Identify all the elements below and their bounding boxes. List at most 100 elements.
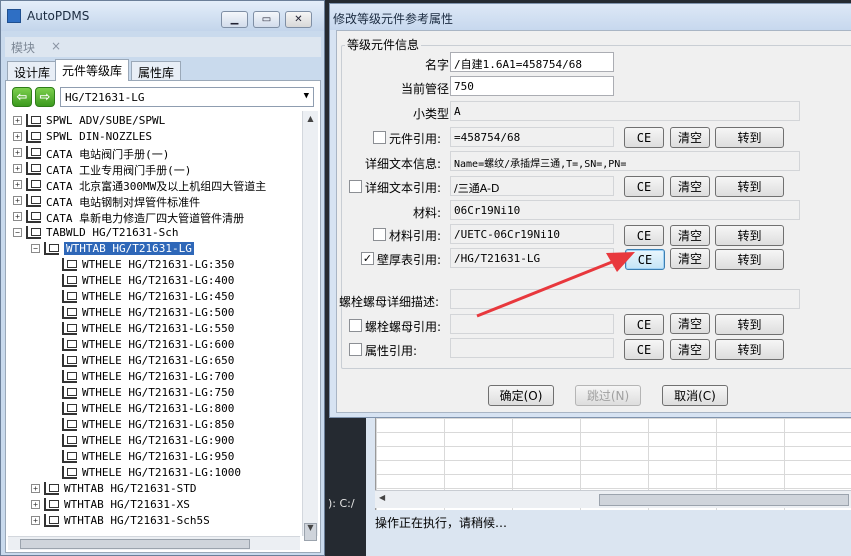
bolt-desc-field [450, 289, 800, 309]
ok-button[interactable]: 确定(O) [488, 385, 554, 406]
pipe-size-field[interactable]: 750 [450, 76, 614, 96]
maximize-button[interactable]: ▭ [253, 11, 280, 28]
wall-ref-checkbox[interactable]: ✓ [361, 252, 374, 265]
tree-item-label: WTHELE HG/T21631-LG:500 [82, 306, 235, 319]
scroll-down-icon[interactable]: ▼ [303, 520, 318, 536]
material-ref-goto-button[interactable]: 转到 [715, 225, 784, 246]
expand-icon[interactable]: + [13, 116, 22, 125]
collapse-icon[interactable]: − [13, 228, 22, 237]
element-ref-field: =458754/68 [450, 127, 614, 147]
tree-item-label: WTHELE HG/T21631-LG:750 [82, 386, 235, 399]
element-ref-ce-button[interactable]: CE [624, 127, 664, 148]
close-button[interactable]: ✕ [285, 11, 312, 28]
element-ref-clear-button[interactable]: 清空 [670, 127, 710, 148]
tab-component-grade-library[interactable]: 元件等级库 [55, 59, 130, 81]
tree-item-label: WTHTAB HG/T21631-XS [64, 498, 190, 511]
tree-item-label: WTHELE HG/T21631-LG:700 [82, 370, 235, 383]
arrow-right-icon: ⇨ [39, 89, 51, 105]
minimize-icon: ▁ [230, 13, 239, 25]
wall-ref-clear-button[interactable]: 清空 [670, 248, 710, 269]
module-label: 模块 [11, 41, 36, 55]
chevron-down-icon[interactable]: ▼ [304, 91, 309, 101]
wall-ref-ce-button[interactable]: CE [625, 249, 665, 270]
scroll-up-icon[interactable]: ▲ [303, 111, 318, 127]
module-close-icon[interactable]: × [51, 39, 61, 53]
component-tree-icon [26, 194, 41, 207]
scroll-thumb[interactable] [20, 539, 250, 549]
bolt-ref-goto-button[interactable]: 转到 [715, 314, 784, 335]
minimize-button[interactable]: ▁ [221, 11, 248, 28]
tree-item-label: WTHELE HG/T21631-LG:650 [82, 354, 235, 367]
component-tree: + SPWL ADV/SUBE/SPWL + SPWL DIN-NOZZLES + CAT… [8, 111, 298, 536]
bolt-ref-clear-button[interactable]: 清空 [670, 313, 710, 334]
modify-grade-component-dialog: 修改等级元件参考属性 等级元件信息 名字: /自建1.6A1=458754/68… [329, 3, 851, 418]
vertical-scrollbar[interactable]: ▲ ▼ [302, 111, 318, 541]
element-ref-checkbox[interactable] [373, 131, 386, 144]
attr-ref-clear-button[interactable]: 清空 [670, 339, 710, 360]
material-ref-label: 材料引用: [389, 229, 442, 243]
group-label: 等级元件信息 [345, 36, 422, 53]
dialog-title-bar[interactable]: 修改等级元件参考属性 [330, 4, 851, 30]
attr-ref-ce-button[interactable]: CE [624, 339, 664, 360]
skip-button[interactable]: 跳过(N) [575, 385, 641, 406]
library-dropdown-value: HG/T21631-LG [65, 91, 145, 104]
horizontal-scrollbar[interactable] [8, 536, 300, 550]
component-tree-icon [62, 274, 77, 287]
expand-icon[interactable]: + [13, 212, 22, 221]
material-ref-ce-button[interactable]: CE [624, 225, 664, 246]
tree-item-label: WTHTAB HG/T21631-STD [64, 482, 197, 495]
close-icon: ✕ [294, 13, 303, 25]
bolt-ref-ce-button[interactable]: CE [624, 314, 664, 335]
pipe-size-label: 当前管径: [400, 82, 453, 96]
title-bar[interactable]: AutoPDMS ▁ ▭ ✕ [1, 1, 324, 31]
detail-ref-clear-button[interactable]: 清空 [670, 176, 710, 197]
tab-design-library[interactable]: 设计库 [7, 61, 58, 80]
attr-ref-goto-button[interactable]: 转到 [715, 339, 784, 360]
expand-icon[interactable]: + [13, 196, 22, 205]
scroll-left-icon[interactable]: ◀ [379, 493, 385, 502]
material-ref-clear-button[interactable]: 清空 [670, 225, 710, 246]
bolt-desc-label: 螺栓螺母详细描述: [339, 295, 440, 309]
component-tree-icon [26, 162, 41, 175]
scroll-thumb[interactable] [599, 494, 849, 506]
tab-attribute-library[interactable]: 属性库 [131, 61, 182, 80]
horizontal-scrollbar[interactable]: ◀ [375, 490, 851, 508]
library-dropdown[interactable]: HG/T21631-LG ▼ [60, 87, 314, 107]
bolt-ref-checkbox[interactable] [349, 319, 362, 332]
expand-icon[interactable]: + [13, 148, 22, 157]
component-tree-icon [44, 514, 59, 527]
tree-item-label: SPWL ADV/SUBE/SPWL [46, 114, 166, 127]
tree-item-label: CATA 电站钢制对焊管件标准件 [46, 196, 201, 209]
expand-icon[interactable]: + [13, 180, 22, 189]
cancel-button[interactable]: 取消(C) [662, 385, 728, 406]
expand-icon[interactable]: + [13, 132, 22, 141]
collapse-icon[interactable]: − [31, 244, 40, 253]
component-tree-icon [62, 450, 77, 463]
detail-ref-checkbox[interactable] [349, 180, 362, 193]
forward-button[interactable]: ⇨ [35, 87, 55, 107]
element-ref-goto-button[interactable]: 转到 [715, 127, 784, 148]
tree-item-label: WTHTAB HG/T21631-Sch5S [64, 514, 210, 527]
component-tree-icon [62, 386, 77, 399]
attr-ref-checkbox[interactable] [349, 343, 362, 356]
component-tree-icon [62, 434, 77, 447]
tree-item-label: CATA 工业专用阀门手册(一) [46, 164, 192, 177]
autopdms-window: AutoPDMS ▁ ▭ ✕ 模块 × 设计库 元件等级库 属性库 ⇦ ⇨ HG… [0, 0, 325, 556]
expand-icon[interactable]: + [31, 484, 40, 493]
expand-icon[interactable]: + [31, 500, 40, 509]
expand-icon[interactable]: + [13, 164, 22, 173]
bolt-ref-label: 螺栓螺母引用: [365, 320, 442, 334]
back-button[interactable]: ⇦ [12, 87, 32, 107]
name-field[interactable]: /自建1.6A1=458754/68 [450, 52, 614, 72]
material-ref-checkbox[interactable] [373, 228, 386, 241]
detail-ref-goto-button[interactable]: 转到 [715, 176, 784, 197]
app-icon [7, 9, 21, 23]
name-label: 名字: [424, 58, 453, 72]
detail-ref-ce-button[interactable]: CE [624, 176, 664, 197]
component-tree-icon [26, 146, 41, 159]
wall-ref-goto-button[interactable]: 转到 [715, 249, 784, 270]
expand-icon[interactable]: + [31, 516, 40, 525]
tree-item-label: WTHELE HG/T21631-LG:350 [82, 258, 235, 271]
tree-item-label: WTHELE HG/T21631-LG:850 [82, 418, 235, 431]
detail-info-field: Name=螺纹/承插焊三通,T=,SN=,PN= [450, 151, 800, 171]
